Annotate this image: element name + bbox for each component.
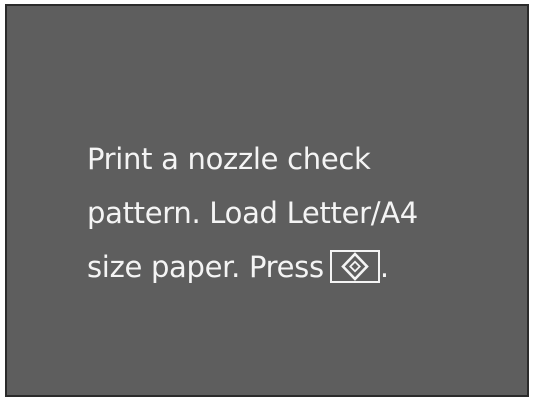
- message-line-1: Print a nozzle check: [87, 142, 371, 176]
- start-button-icon: [329, 249, 380, 283]
- message-line-3-period: .: [379, 250, 389, 284]
- message-line-2: pattern. Load Letter/A4: [87, 196, 418, 230]
- message-line-3: size paper. Press .: [87, 240, 517, 294]
- message-line-3-text: size paper. Press: [87, 250, 324, 284]
- start-diamond-icon: [341, 251, 369, 281]
- instruction-message: Print a nozzle check pattern. Load Lette…: [87, 132, 517, 294]
- lcd-screen: Print a nozzle check pattern. Load Lette…: [5, 4, 529, 397]
